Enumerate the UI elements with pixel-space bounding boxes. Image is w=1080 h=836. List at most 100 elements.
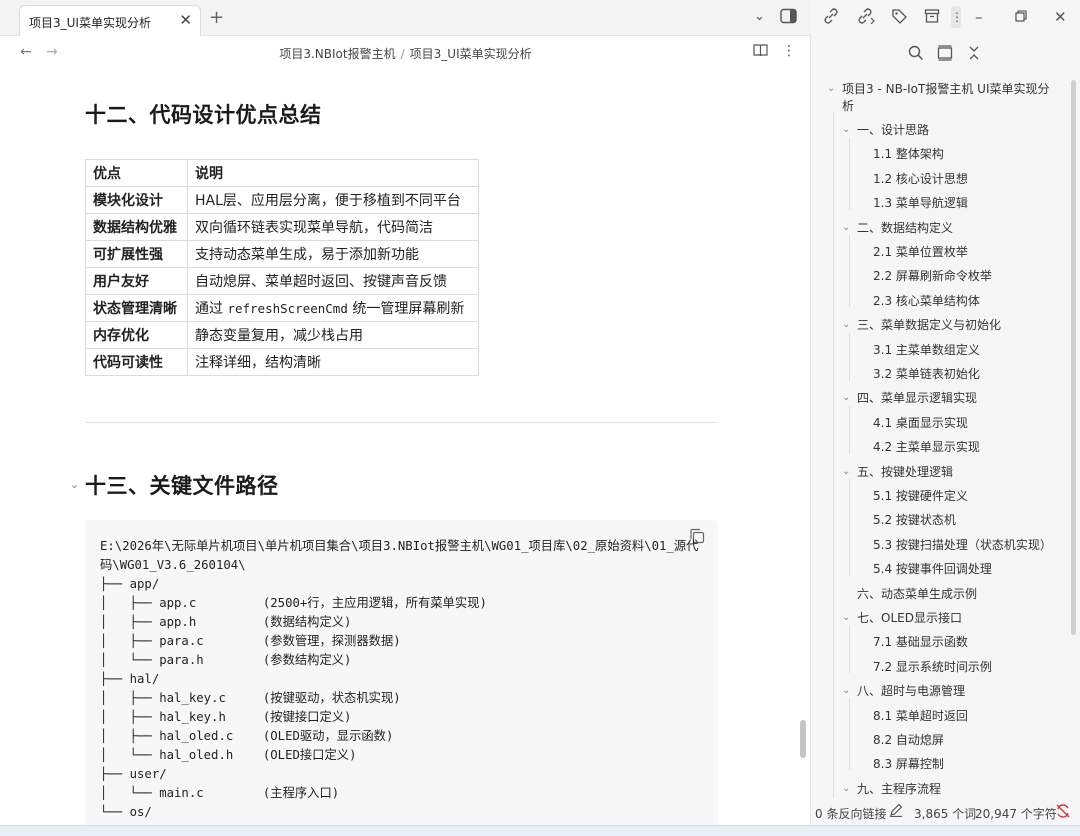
outline-item-label: 3.2 菜单链表初始化 (873, 367, 980, 381)
table-cell-value: HAL层、应用层分离，便于移植到不同平台 (187, 186, 479, 214)
code-block: E:\2026年\无际单片机项目\单片机项目集合\项目3.NBIot报警主机\W… (85, 520, 718, 836)
outline-item-section[interactable]: ⌄ 二、数据结构定义 (842, 220, 953, 236)
outline-item-section[interactable]: ⌄ 八、超时与电源管理 (842, 683, 965, 699)
outline-item-label: 2.2 屏幕刷新命令枚举 (873, 269, 992, 284)
link-icon[interactable] (823, 8, 839, 28)
tab-title: 项目3_UI菜单实现分析 (29, 16, 151, 30)
link-add-icon[interactable] (857, 8, 875, 28)
code-line: ├── hal/ (100, 672, 160, 686)
backlinks-count[interactable]: 0 条反向链接 (815, 805, 886, 822)
outline-item-subsection[interactable]: 1.1 整体架构 (873, 146, 944, 162)
chevron-down-icon[interactable]: ⌄ (842, 390, 850, 406)
chevron-down-icon[interactable]: ⌄ (842, 781, 850, 797)
chevron-down-icon[interactable]: ⌄ (754, 9, 765, 24)
chevron-down-icon[interactable]: ⌄ (842, 610, 850, 626)
breadcrumb-separator: / (400, 47, 405, 61)
archive-icon[interactable] (924, 8, 940, 28)
outline-item-label: 2.1 菜单位置枚举 (873, 245, 968, 259)
breadcrumb-folder[interactable]: 项目3.NBIot报警主机 (279, 47, 395, 61)
outline-item-subsection[interactable]: 7.1 基础显示函数 (873, 634, 968, 650)
outline-item-subsection[interactable]: 3.2 菜单链表初始化 (873, 366, 980, 382)
chevron-down-icon[interactable]: ⌄ (842, 683, 850, 699)
outline-item-section[interactable]: ⌄ 九、主程序流程 (842, 781, 941, 797)
breadcrumb-file[interactable]: 项目3_UI菜单实现分析 (410, 47, 532, 61)
table-row: 可扩展性强 支持动态菜单生成，易于添加新功能 (85, 240, 479, 268)
editor-pane: 项目3_UI菜单实现分析 ✕ + ⌄ ← → 项目3.NBIot报警主机 / 项目3… (0, 0, 811, 836)
outline-item-subsection[interactable]: 7.2 显示系统时间示例 (873, 659, 992, 675)
outline-item-subsection[interactable]: 8.3 屏幕控制 (873, 756, 944, 772)
editor-scrollbar[interactable] (800, 720, 806, 758)
outline-item-label: 五、按键处理逻辑 (857, 464, 954, 479)
outline-item-root[interactable]: ⌄ 项目3 - NB-IoT报警主机 UI菜单实现分 (827, 81, 1049, 97)
outline-item-label: 4.1 桌面显示实现 (873, 415, 968, 430)
outline-item-label: 析 (842, 98, 855, 113)
outline-item-subsection[interactable]: 2.1 菜单位置枚举 (873, 244, 968, 260)
table-cell-key: 数据结构优雅 (85, 213, 188, 241)
table-row: 数据结构优雅 双向循环链表实现菜单导航，代码简洁 (85, 213, 479, 241)
outline-view-icon[interactable] (937, 45, 953, 65)
chevron-down-icon[interactable]: ⌄ (842, 317, 850, 333)
section-12-heading: 十二、代码设计优点总结 (85, 103, 322, 127)
minimize-icon[interactable]: – (975, 8, 983, 26)
outline-item-section[interactable]: ⌄ 七、OLED显示接口 (842, 610, 962, 626)
code-line: │ ├── hal_key.h (按键接口定义) (100, 710, 352, 724)
table-cell-key: 模块化设计 (85, 186, 188, 214)
sidebar-toggle-icon[interactable] (780, 8, 797, 28)
outline-item-label: 2.3 核心菜单结构体 (873, 293, 980, 308)
maximize-icon[interactable] (1015, 8, 1027, 26)
outline-item-subsection[interactable]: 5.3 按键扫描处理（状态机实现） (873, 537, 1052, 553)
code-line: │ └── hal_oled.h (OLED接口定义) (100, 748, 357, 762)
outline-item-subsection[interactable]: 4.1 桌面显示实现 (873, 415, 968, 431)
status-bar: 0 条反向链接 3,865 个词 20,947 个字符 (811, 799, 1080, 825)
outline-item-label: 一、设计思路 (857, 123, 930, 137)
more-options-icon[interactable]: ⋮ (782, 43, 796, 59)
outline-scrollbar[interactable] (1071, 80, 1076, 635)
chevron-down-icon[interactable]: ⌄ (827, 81, 835, 97)
collapse-all-icon[interactable] (968, 45, 980, 65)
table-row: 内存优化 静态变量复用，减少栈占用 (85, 321, 479, 349)
outline-item-subsection[interactable]: 8.2 自动熄屏 (873, 732, 944, 748)
tab-ui-menu-analysis[interactable]: 项目3_UI菜单实现分析 ✕ (19, 5, 201, 36)
outline-toolbar (811, 36, 1080, 74)
reading-view-icon[interactable] (753, 43, 768, 61)
horizontal-rule (85, 422, 718, 423)
close-window-icon[interactable]: ✕ (1054, 8, 1067, 26)
edit-icon[interactable] (889, 803, 903, 820)
outline-item-section[interactable]: ⌄ 四、菜单显示逻辑实现 (842, 390, 977, 406)
tag-icon[interactable] (891, 8, 907, 28)
outline-item-subsection[interactable]: 4.2 主菜单显示实现 (873, 439, 980, 455)
outline-item-label: 5.3 按键扫描处理（状态机实现） (873, 537, 1052, 552)
drag-handle-icon[interactable]: ⋮ (951, 6, 963, 28)
chevron-down-icon[interactable]: ⌄ (842, 220, 850, 236)
outline-item-section[interactable]: ⌄ 三、菜单数据定义与初始化 (842, 317, 1001, 333)
outline-item-subsection[interactable]: 5.4 按键事件回调处理 (873, 561, 992, 577)
outline-item-section[interactable]: 六、动态菜单生成示例 (857, 586, 977, 602)
outline-item-label: 1.3 菜单导航逻辑 (873, 196, 968, 211)
outline-item-root[interactable]: 析 (842, 98, 854, 114)
outline-item-section[interactable]: ⌄ 五、按键处理逻辑 (842, 464, 954, 480)
outline-item-subsection[interactable]: 1.2 核心设计思想 (873, 171, 968, 187)
table-cell-value: 双向循环链表实现菜单导航，代码简洁 (187, 213, 479, 241)
table-cell-value: 自动熄屏、菜单超时返回、按键声音反馈 (187, 267, 479, 295)
outline-item-label: 1.2 核心设计思想 (873, 171, 968, 186)
new-tab-button[interactable]: + (209, 7, 224, 28)
search-icon[interactable] (908, 45, 924, 65)
outline-item-label: 3.1 主菜单数组定义 (873, 342, 980, 357)
tab-close-icon[interactable]: ✕ (179, 11, 192, 29)
outline-item-section[interactable]: ⌄ 一、设计思路 (842, 122, 930, 138)
outline-item-label: 8.3 屏幕控制 (873, 757, 944, 772)
outline-item-subsection[interactable]: 3.1 主菜单数组定义 (873, 342, 980, 358)
chevron-down-icon[interactable]: ⌄ (842, 122, 850, 138)
fold-chevron-icon[interactable]: ⌄ (70, 478, 79, 491)
char-count: 20,947 个字符 (975, 807, 1057, 821)
sync-error-icon[interactable] (1055, 803, 1071, 822)
outline-item-label: 7.2 显示系统时间示例 (873, 659, 992, 674)
outline-item-subsection[interactable]: 5.2 按键状态机 (873, 512, 956, 528)
table-cell-key: 内存优化 (85, 321, 188, 349)
outline-item-subsection[interactable]: 2.3 核心菜单结构体 (873, 293, 980, 309)
outline-item-subsection[interactable]: 1.3 菜单导航逻辑 (873, 195, 968, 211)
outline-item-subsection[interactable]: 5.1 按键硬件定义 (873, 488, 968, 504)
outline-item-subsection[interactable]: 8.1 菜单超时返回 (873, 708, 968, 724)
outline-item-subsection[interactable]: 2.2 屏幕刷新命令枚举 (873, 268, 992, 284)
chevron-down-icon[interactable]: ⌄ (842, 464, 850, 480)
